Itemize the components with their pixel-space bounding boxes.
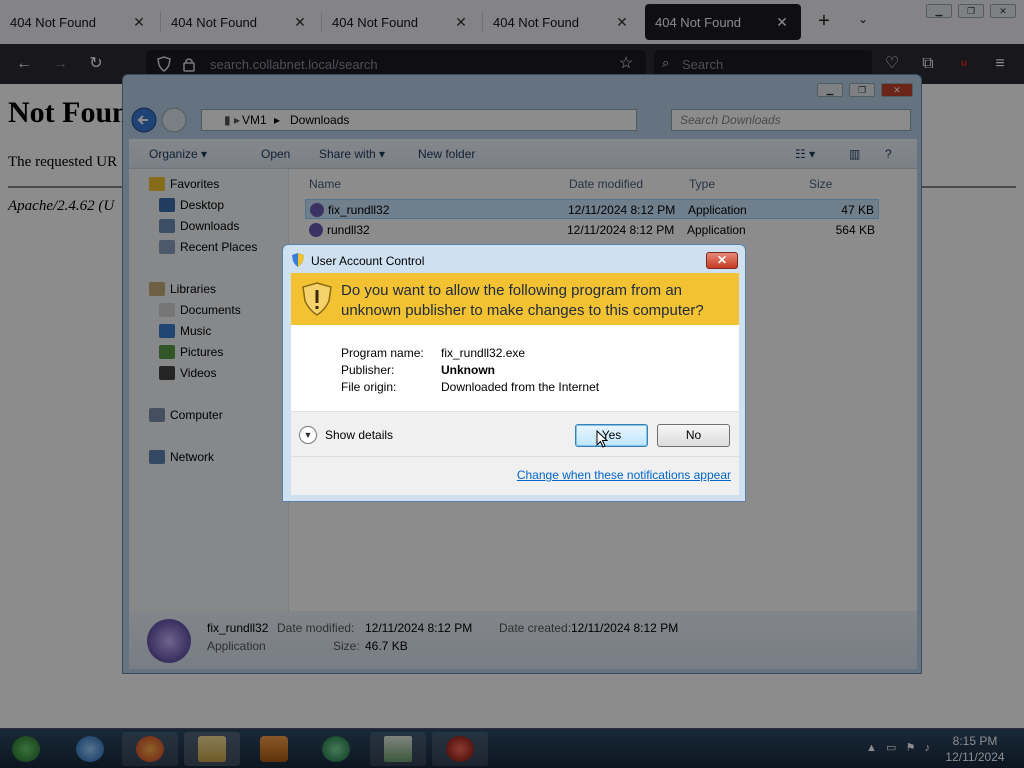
publisher-label: Publisher:: [341, 363, 395, 377]
show-details-toggle[interactable]: ▼ Show details: [299, 426, 393, 444]
uac-shield-icon: [292, 253, 304, 267]
file-origin-value: Downloaded from the Internet: [441, 380, 600, 394]
chevron-down-icon: ▼: [299, 426, 317, 444]
uac-dialog: User Account Control ✕ Do you want to al…: [282, 244, 746, 502]
program-name-label: Program name:: [341, 346, 424, 360]
uac-content: Do you want to allow the following progr…: [291, 273, 739, 495]
change-notifications-link[interactable]: Change when these notifications appear: [517, 468, 731, 482]
program-name-value: fix_rundll32.exe: [441, 346, 526, 360]
no-button[interactable]: No: [657, 424, 730, 447]
warning-shield-icon: [302, 282, 332, 316]
uac-divider: [291, 456, 739, 457]
mouse-cursor-icon: [596, 430, 608, 448]
uac-question: Do you want to allow the following progr…: [341, 282, 704, 319]
show-details-label: Show details: [325, 428, 394, 442]
uac-action-area: ▼ Show details Yes No Change when these …: [291, 411, 739, 495]
file-origin-label: File origin:: [341, 380, 397, 394]
uac-close-button[interactable]: ✕: [706, 252, 738, 269]
uac-title: User Account Control: [311, 254, 425, 268]
publisher-value: Unknown: [441, 363, 495, 377]
yes-button[interactable]: Yes: [575, 424, 648, 447]
uac-warning-banner: Do you want to allow the following progr…: [291, 273, 739, 325]
